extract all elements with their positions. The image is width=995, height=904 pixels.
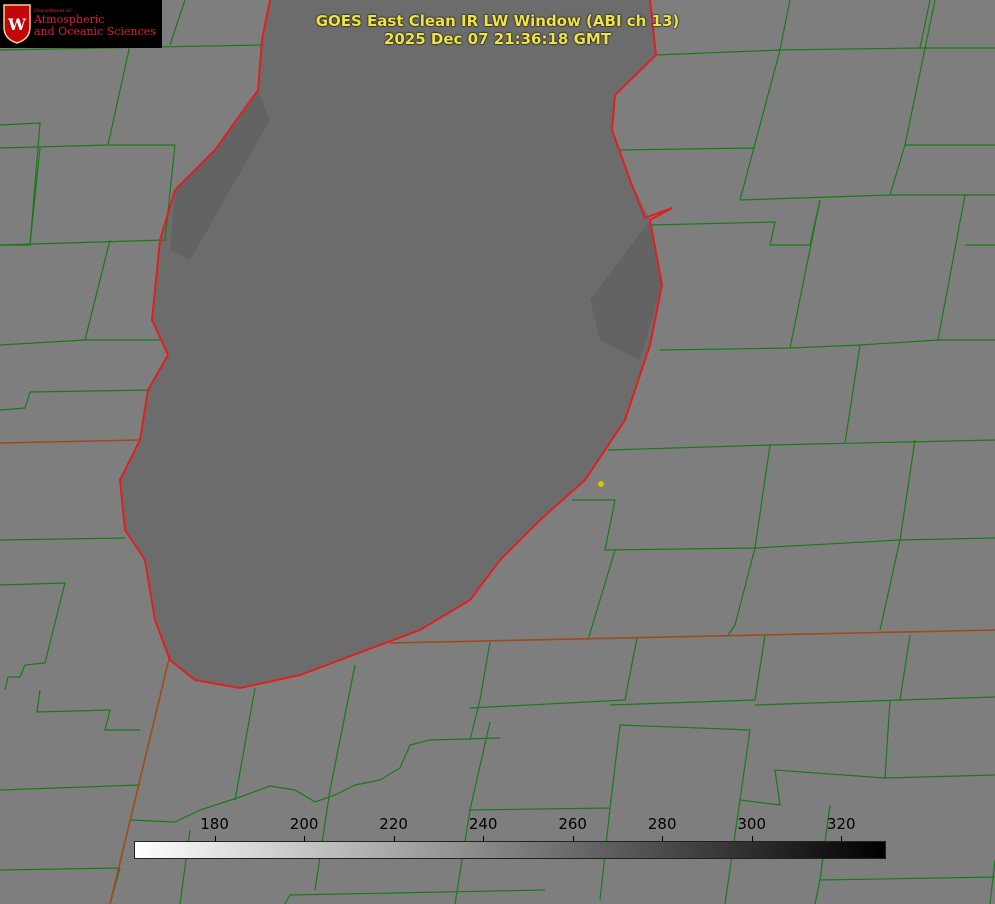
title-line-2: 2025 Dec 07 21:36:18 GMT — [383, 30, 612, 48]
colorbar-tick-mark — [393, 836, 395, 842]
colorbar-tick-label: 200 — [289, 815, 319, 833]
colorbar — [134, 841, 886, 859]
satellite-map — [0, 0, 995, 904]
colorbar-tick-label: 220 — [379, 815, 408, 833]
colorbar-tick-mark — [214, 836, 216, 842]
colorbar-tick-label: 320 — [826, 815, 856, 833]
colorbar-tick-label: 240 — [468, 815, 498, 833]
colorbar-tick-label: 180 — [200, 815, 229, 833]
colorbar-tick-mark — [572, 836, 574, 842]
station-marker — [598, 481, 604, 487]
colorbar-tick-label: 260 — [558, 815, 587, 833]
colorbar-tick-mark — [751, 836, 753, 842]
colorbar-tick-mark — [662, 836, 664, 842]
colorbar-tick-mark — [841, 836, 843, 842]
colorbar-tick-label: 280 — [647, 815, 677, 833]
colorbar-tick-label: 300 — [737, 815, 767, 833]
title-line-1: GOES East Clean IR LW Window (ABI ch 13) — [315, 12, 680, 30]
colorbar-tick-mark — [304, 836, 306, 842]
colorbar-tick-mark — [483, 836, 485, 842]
image-title: GOES East Clean IR LW Window (ABI ch 13)… — [0, 12, 995, 48]
